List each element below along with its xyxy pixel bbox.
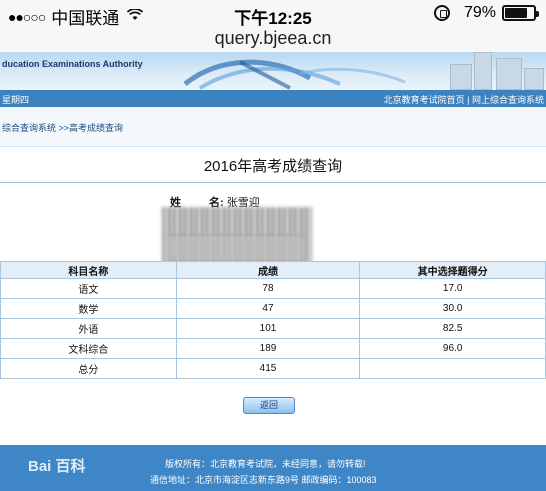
nav-strip: 星期四 北京教育考试院首页 | 网上综合查询系统 xyxy=(0,90,546,107)
subject-cell: 语文 xyxy=(0,278,177,299)
footer-address: 通信地址：北京市海淀区志新东路9号 邮政编码：100083 xyxy=(150,475,377,485)
choice-score-cell: 30.0 xyxy=(359,298,546,319)
breadcrumb[interactable]: 综合查询系统 >>高考成绩查询 xyxy=(0,107,546,147)
top-links[interactable]: 北京教育考试院首页 | 网上综合查询系统 xyxy=(384,93,544,106)
scores-table: 科目名称 成绩 其中选择题得分 语文 78 17.0 数学 47 30.0 外语… xyxy=(0,261,546,379)
status-right: 79% xyxy=(433,4,539,22)
weekday-label: 星期四 xyxy=(2,95,30,105)
site-banner: ducation Examinations Authority xyxy=(0,52,546,90)
table-row: 外语 101 82.5 xyxy=(0,318,546,339)
battery-percent: 79% xyxy=(463,4,496,21)
battery-fill xyxy=(505,8,528,18)
banner-logo-icon xyxy=(183,59,406,90)
choice-score-cell: 17.0 xyxy=(359,278,546,299)
choice-score-cell xyxy=(359,358,546,379)
site-footer: Bai 百科 版权所有：北京教育考试院，未经同意，请勿转载! 通信地址：北京市海… xyxy=(0,445,546,491)
table-row: 语文 78 17.0 xyxy=(0,278,546,299)
orientation-lock-icon xyxy=(433,5,450,21)
main-content: 2016年高考成绩查询 姓名: 张雪迎 科目名称 成绩 其中选择题得分 语文 7… xyxy=(0,147,546,445)
footer-copyright: 版权所有：北京教育考试院，未经同意，请勿转载! xyxy=(165,459,366,469)
score-cell: 101 xyxy=(175,318,361,339)
subject-cell: 文科综合 xyxy=(0,338,177,359)
header-score: 成绩 xyxy=(175,261,361,279)
battery-icon xyxy=(502,5,539,21)
score-cell: 415 xyxy=(175,358,361,379)
table-row: 总分 415 xyxy=(0,358,546,379)
table-row: 数学 47 30.0 xyxy=(0,298,546,319)
score-cell: 78 xyxy=(175,278,361,299)
choice-score-cell: 82.5 xyxy=(359,318,546,339)
back-button[interactable]: 返回 xyxy=(243,397,295,414)
url-bar[interactable]: query.bjeea.cn xyxy=(0,28,546,52)
baidu-baike-watermark: Bai 百科 xyxy=(28,458,86,475)
table-row: 文科综合 189 96.0 xyxy=(0,338,546,359)
subject-cell: 总分 xyxy=(0,358,177,379)
page-title: 2016年高考成绩查询 xyxy=(203,158,343,175)
table-header-row: 科目名称 成绩 其中选择题得分 xyxy=(0,261,546,279)
status-bar: ●●○○○ 中国联通 下午12:25 79% xyxy=(0,0,546,28)
score-cell: 47 xyxy=(175,298,361,319)
score-cell: 189 xyxy=(175,338,361,359)
redacted-info-overlay xyxy=(168,235,303,261)
title-divider xyxy=(0,182,546,183)
subject-cell: 数学 xyxy=(0,298,177,319)
banner-text: ducation Examinations Authority xyxy=(2,59,143,69)
choice-score-cell: 96.0 xyxy=(359,338,546,359)
subject-cell: 外语 xyxy=(0,318,177,339)
buildings-graphic xyxy=(446,52,546,90)
header-choice-score: 其中选择题得分 xyxy=(359,261,546,279)
header-subject: 科目名称 xyxy=(0,261,177,279)
